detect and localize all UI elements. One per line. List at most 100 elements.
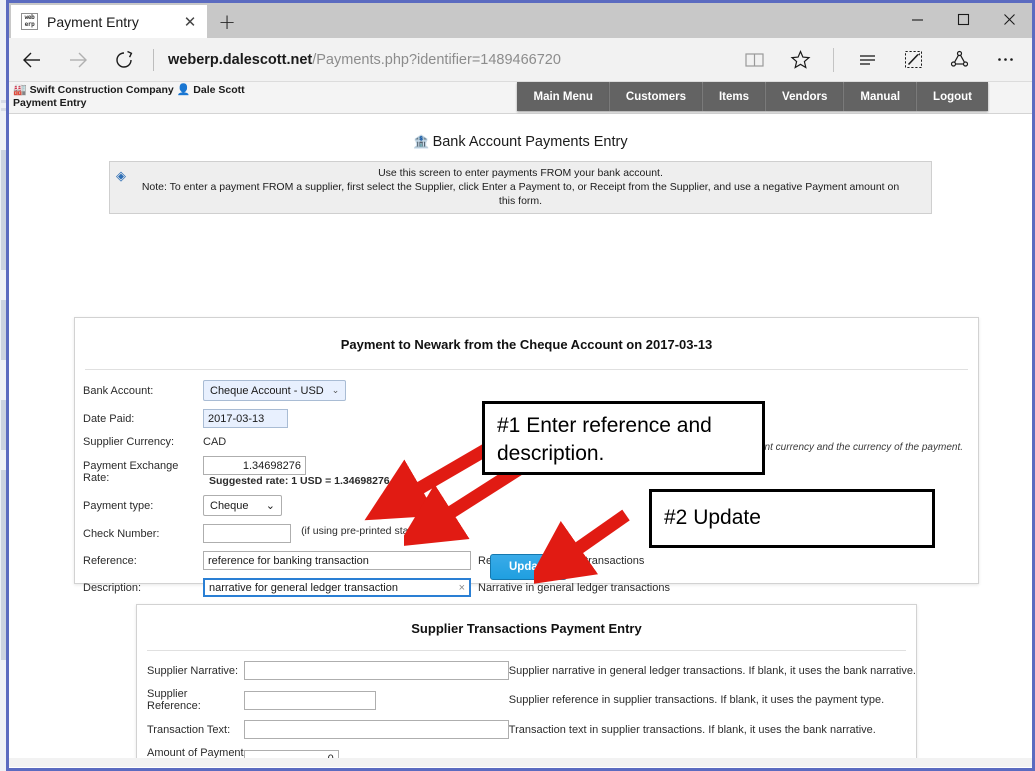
supplier-form: Supplier Narrative: Supplier narrative i… [147, 657, 916, 767]
supplier-currency-value: CAD [203, 436, 227, 448]
chevron-down-icon: ⌄ [265, 500, 275, 512]
chevron-down-icon: ⌄ [331, 385, 340, 395]
bank-account-label: Bank Account: [83, 384, 154, 397]
exchange-rate-tail-hint: unt currency and the currency of the pay… [759, 442, 963, 453]
check-number-input[interactable] [203, 524, 291, 543]
web-note-icon[interactable] [890, 38, 936, 82]
content-area: 🏦 Bank Account Payments Entry ◈ Use this … [9, 114, 1032, 767]
note-line-2: Note: To enter a payment FROM a supplier… [141, 181, 900, 207]
transaction-text-input[interactable] [243, 720, 509, 739]
nav-divider [833, 47, 834, 72]
user-name: Dale Scott [193, 84, 245, 96]
reading-view-icon[interactable] [731, 38, 777, 82]
description-label: Description: [83, 581, 142, 594]
supplier-reference-label: Supplier Reference: [147, 688, 201, 712]
transaction-text-label: Transaction Text: [147, 723, 231, 736]
tab-strip: web erp Payment Entry ✕ + [9, 3, 247, 38]
exchange-rate-label: Payment Exchange Rate: [83, 459, 179, 484]
user-info: 🏭 Swift Construction Company 👤 Dale Scot… [13, 84, 245, 110]
window-controls [894, 3, 1032, 36]
menu-item-logout[interactable]: Logout [917, 82, 988, 111]
star-icon[interactable] [777, 38, 823, 82]
main-menu-bar: Main Menu Customers Items Vendors Manual… [517, 82, 988, 111]
bottom-strip [9, 758, 1032, 767]
company-name: Swift Construction Company [29, 84, 174, 96]
description-input[interactable]: narrative for general ledger transaction… [203, 578, 471, 597]
back-arrow-icon[interactable] [9, 38, 55, 82]
annotation-arrow-3 [534, 509, 630, 584]
supplier-card-title: Supplier Transactions Payment Entry [411, 621, 642, 636]
menu-item-customers[interactable]: Customers [609, 82, 703, 111]
new-tab-button[interactable]: + [207, 5, 247, 38]
clear-icon[interactable]: × [453, 582, 465, 594]
annotation-arrow-2 [404, 464, 523, 547]
supplier-currency-label: Supplier Currency: [83, 436, 175, 448]
app-header: 🏭 Swift Construction Company 👤 Dale Scot… [9, 82, 1032, 114]
breadcrumb: Payment Entry [13, 97, 87, 109]
page-title: 🏦 Bank Account Payments Entry [9, 114, 1032, 150]
description-value: narrative for general ledger transaction [209, 581, 398, 594]
payment-type-select[interactable]: Cheque ⌄ [203, 495, 282, 516]
bank-account-value: Cheque Account - USD [210, 384, 324, 397]
company-icon: 🏭 [13, 84, 27, 96]
annotation-box-2: #2 Update [649, 489, 935, 548]
card-divider [85, 369, 968, 370]
menu-item-vendors[interactable]: Vendors [766, 82, 845, 111]
hub-icon[interactable] [844, 38, 890, 82]
menu-item-main-menu[interactable]: Main Menu [517, 82, 610, 111]
info-icon: ◈ [116, 168, 126, 183]
address-separator [153, 48, 154, 71]
supplier-narrative-hint: Supplier narrative in general ledger tra… [508, 664, 916, 677]
date-paid-value: 2017-03-13 [208, 412, 265, 425]
maximize-icon[interactable] [940, 3, 986, 36]
supplier-reference-hint: Supplier reference in supplier transacti… [508, 694, 885, 706]
url-domain: weberp.dalescott.net [168, 51, 313, 68]
close-window-icon[interactable] [986, 3, 1032, 36]
form-row-supplier-reference: Supplier Reference: Supplier reference i… [147, 684, 916, 716]
check-number-label: Check Number: [83, 527, 160, 540]
supplier-card: Supplier Transactions Payment Entry Supp… [136, 604, 917, 767]
menu-item-items[interactable]: Items [702, 82, 767, 111]
address-bar[interactable]: weberp.dalescott.net/Payments.php?identi… [162, 38, 731, 82]
reference-value: reference for banking transaction [208, 554, 369, 567]
title-bar: web erp Payment Entry ✕ + [9, 3, 1032, 38]
menu-item-manual[interactable]: Manual [844, 82, 918, 111]
note-line-1: Use this screen to enter payments FROM y… [378, 167, 663, 179]
reference-input[interactable]: reference for banking transaction [203, 551, 471, 570]
payment-card-title: Payment to Newark from the Cheque Accoun… [340, 337, 713, 352]
browser-tab[interactable]: web erp Payment Entry ✕ [11, 5, 207, 38]
card-divider [147, 650, 906, 651]
tab-title: Payment Entry [47, 13, 139, 30]
user-icon: 👤 [176, 84, 191, 96]
browser-window: web erp Payment Entry ✕ + weberp.dalesco… [6, 0, 1035, 771]
forward-arrow-icon [55, 38, 101, 82]
favicon-text-bottom: erp [24, 20, 35, 28]
exchange-rate-value: 1.34698276 [242, 459, 301, 472]
info-note: ◈ Use this screen to enter payments FROM… [109, 161, 932, 214]
date-paid-input[interactable]: 2017-03-13 [203, 409, 288, 428]
form-row-transaction-text: Transaction Text: Transaction text in su… [147, 716, 916, 743]
annotation-box-1: #1 Enter reference and description. [482, 401, 765, 475]
share-icon[interactable] [936, 38, 982, 82]
exchange-rate-input[interactable]: 1.34698276 [203, 456, 306, 475]
close-icon[interactable]: ✕ [179, 14, 201, 29]
nav-right-tools [731, 38, 1032, 82]
bank-account-select[interactable]: Cheque Account - USD ⌄ [203, 380, 347, 401]
supplier-reference-input[interactable] [243, 690, 376, 710]
url-path: /Payments.php?identifier=1489466720 [312, 51, 561, 68]
reference-label: Reference: [83, 554, 137, 567]
page-title-text: Bank Account Payments Entry [432, 134, 628, 150]
supplier-narrative-input[interactable] [243, 661, 509, 680]
payment-type-value: Cheque [210, 499, 249, 512]
page-viewport: 🏭 Swift Construction Company 👤 Dale Scot… [9, 82, 1032, 767]
form-row-supplier-narrative: Supplier Narrative: Supplier narrative i… [147, 657, 916, 684]
supplier-narrative-label: Supplier Narrative: [147, 664, 239, 677]
navigation-bar: weberp.dalescott.net/Payments.php?identi… [9, 38, 1032, 82]
refresh-icon[interactable] [101, 38, 147, 82]
more-icon[interactable] [982, 38, 1028, 82]
weberp-favicon-icon: web erp [21, 13, 38, 30]
bank-icon: 🏦 [413, 134, 430, 149]
transaction-text-hint: Transaction text in supplier transaction… [508, 723, 876, 736]
minimize-icon[interactable] [894, 3, 940, 36]
date-paid-label: Date Paid: [83, 412, 135, 425]
